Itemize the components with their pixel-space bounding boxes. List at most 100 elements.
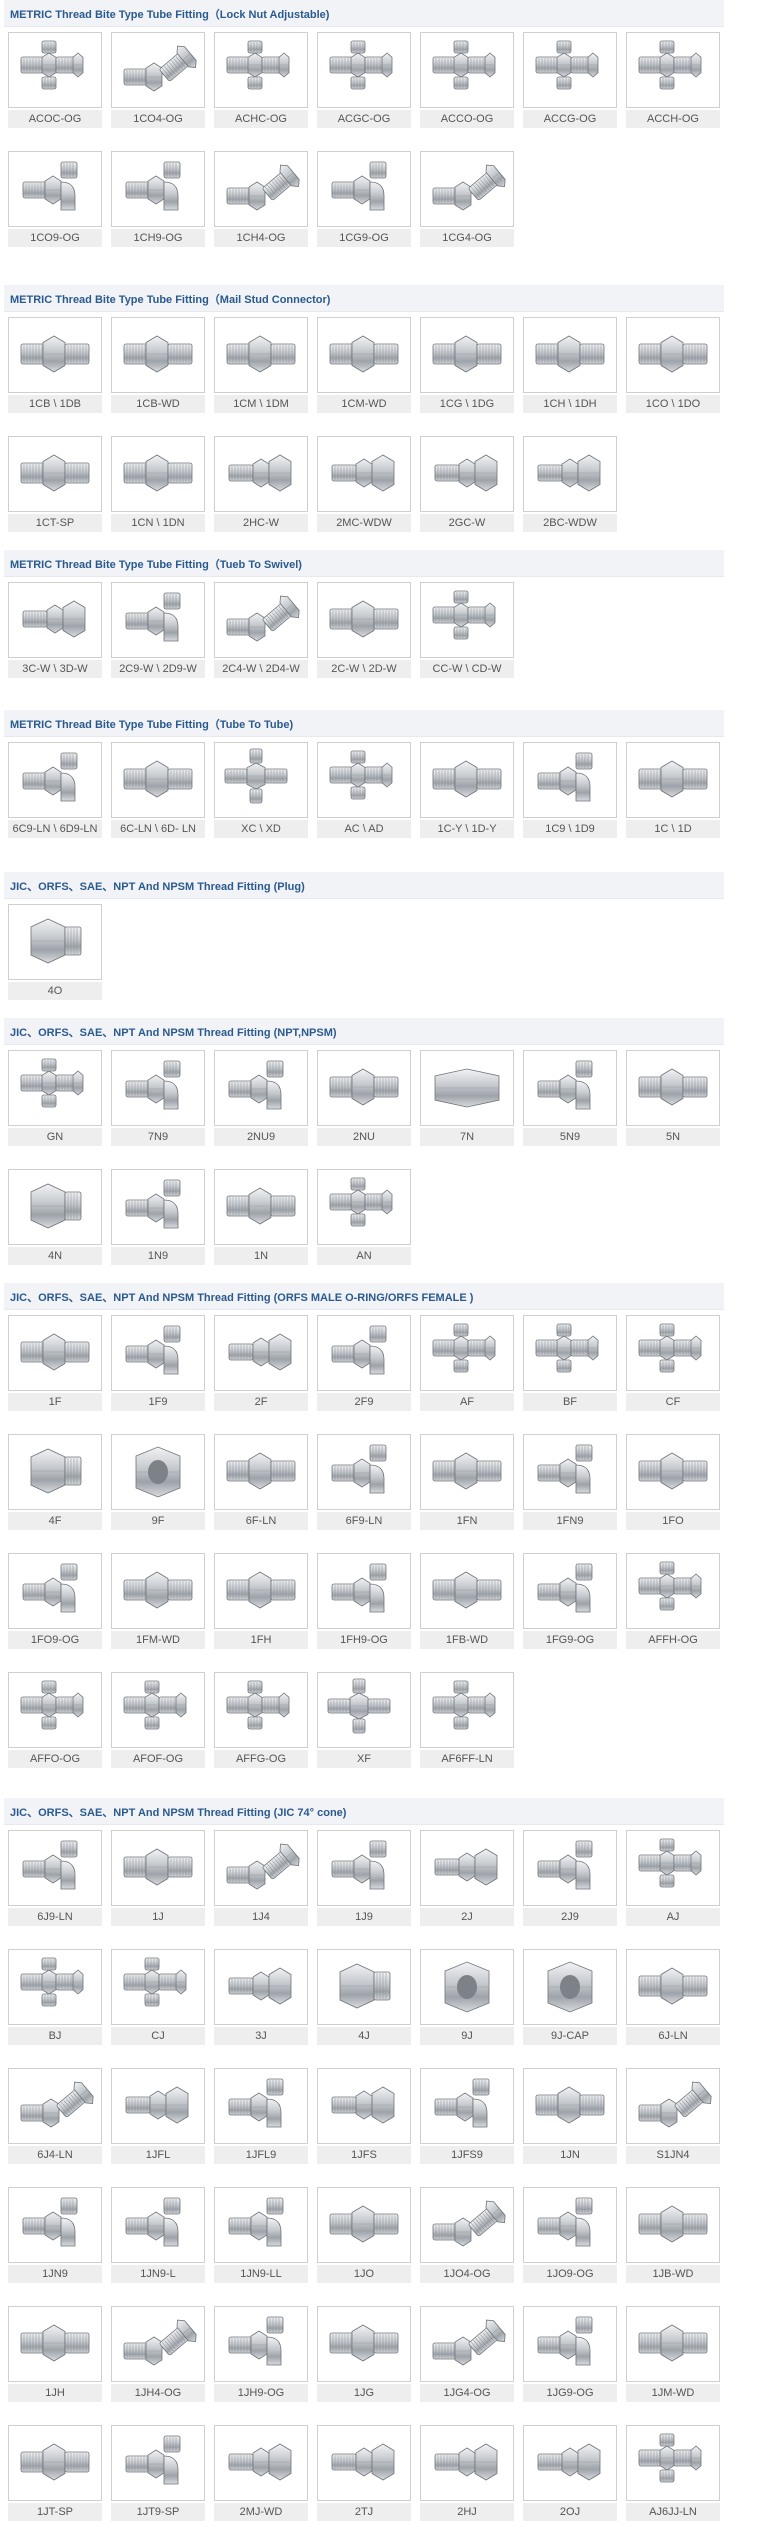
product-code[interactable]: 5N9 bbox=[523, 1128, 617, 1146]
straight-connector-icon[interactable] bbox=[111, 436, 205, 512]
product-card[interactable]: 1J9 bbox=[317, 1830, 411, 1935]
hex-coupling-icon[interactable] bbox=[420, 1050, 514, 1126]
product-code[interactable]: 2MC-WDW bbox=[317, 514, 411, 532]
product-card[interactable]: 6J9-LN bbox=[8, 1830, 102, 1935]
product-card[interactable]: 1CG \ 1DG bbox=[420, 317, 514, 422]
product-card[interactable]: 1FN9 bbox=[523, 1434, 617, 1539]
elbow-45-fitting-icon[interactable] bbox=[8, 2068, 102, 2144]
product-code[interactable]: 2OJ bbox=[523, 2503, 617, 2521]
product-code[interactable]: 1F bbox=[8, 1393, 102, 1411]
product-code[interactable]: 1CO4-OG bbox=[111, 110, 205, 128]
product-code[interactable]: 1JFL9 bbox=[214, 2146, 308, 2164]
product-code[interactable]: 2NU9 bbox=[214, 1128, 308, 1146]
straight-connector-icon[interactable] bbox=[111, 1830, 205, 1906]
product-card[interactable]: ACCH-OG bbox=[626, 32, 720, 137]
product-card[interactable]: 1CM \ 1DM bbox=[214, 317, 308, 422]
product-code[interactable]: 1JH9-OG bbox=[214, 2384, 308, 2402]
product-code[interactable]: 1JT-SP bbox=[8, 2503, 102, 2521]
product-card[interactable]: 2MJ-WD bbox=[214, 2425, 308, 2530]
tee-fitting-icon[interactable] bbox=[8, 32, 102, 108]
product-card[interactable]: 1C-Y \ 1D-Y bbox=[420, 742, 514, 847]
tee-fitting-icon[interactable] bbox=[420, 1672, 514, 1748]
straight-connector-icon[interactable] bbox=[317, 1050, 411, 1126]
product-code[interactable]: CC-W \ CD-W bbox=[420, 660, 514, 678]
product-card[interactable]: 6C9-LN \ 6D9-LN bbox=[8, 742, 102, 847]
elbow-fitting-icon[interactable] bbox=[317, 151, 411, 227]
product-card[interactable]: 1CN \ 1DN bbox=[111, 436, 205, 541]
product-code[interactable]: 5N bbox=[626, 1128, 720, 1146]
straight-connector-icon[interactable] bbox=[214, 1553, 308, 1629]
tee-fitting-icon[interactable] bbox=[8, 1949, 102, 2025]
product-code[interactable]: XC \ XD bbox=[214, 820, 308, 838]
product-code[interactable]: AJ bbox=[626, 1908, 720, 1926]
elbow-fitting-icon[interactable] bbox=[214, 2187, 308, 2263]
product-code[interactable]: 1CB \ 1DB bbox=[8, 395, 102, 413]
product-code[interactable]: AFFO-OG bbox=[8, 1750, 102, 1768]
product-code[interactable]: 1CM \ 1DM bbox=[214, 395, 308, 413]
product-card[interactable]: 6C-LN \ 6D- LN bbox=[111, 742, 205, 847]
product-card[interactable]: BF bbox=[523, 1315, 617, 1420]
elbow-fitting-icon[interactable] bbox=[523, 1830, 617, 1906]
elbow-fitting-icon[interactable] bbox=[523, 1434, 617, 1510]
elbow-45-fitting-icon[interactable] bbox=[420, 2306, 514, 2382]
product-code[interactable]: 2GC-W bbox=[420, 514, 514, 532]
product-code[interactable]: AF bbox=[420, 1393, 514, 1411]
elbow-fitting-icon[interactable] bbox=[111, 1315, 205, 1391]
straight-connector-icon[interactable] bbox=[214, 1434, 308, 1510]
elbow-fitting-icon[interactable] bbox=[523, 742, 617, 818]
product-card[interactable]: 2C-W \ 2D-W bbox=[317, 582, 411, 687]
product-card[interactable]: 2C4-W \ 2D4-W bbox=[214, 582, 308, 687]
elbow-fitting-icon[interactable] bbox=[420, 2068, 514, 2144]
swivel-nut-icon[interactable] bbox=[111, 2068, 205, 2144]
elbow-fitting-icon[interactable] bbox=[317, 1553, 411, 1629]
product-code[interactable]: 1JN bbox=[523, 2146, 617, 2164]
straight-connector-icon[interactable] bbox=[420, 742, 514, 818]
product-card[interactable]: 2TJ bbox=[317, 2425, 411, 2530]
product-card[interactable]: AFFO-OG bbox=[8, 1672, 102, 1777]
product-code[interactable]: BJ bbox=[8, 2027, 102, 2045]
tee-fitting-icon[interactable] bbox=[626, 32, 720, 108]
product-code[interactable]: 1F9 bbox=[111, 1393, 205, 1411]
product-code[interactable]: 1FM-WD bbox=[111, 1631, 205, 1649]
product-card[interactable]: 1JN9-LL bbox=[214, 2187, 308, 2292]
tee-fitting-icon[interactable] bbox=[420, 1315, 514, 1391]
elbow-45-fitting-icon[interactable] bbox=[111, 2306, 205, 2382]
product-code[interactable]: 1C \ 1D bbox=[626, 820, 720, 838]
hex-cap-icon[interactable] bbox=[111, 1434, 205, 1510]
product-card[interactable]: 6F9-LN bbox=[317, 1434, 411, 1539]
straight-connector-icon[interactable] bbox=[214, 317, 308, 393]
product-code[interactable]: 2HJ bbox=[420, 2503, 514, 2521]
straight-connector-icon[interactable] bbox=[420, 317, 514, 393]
product-code[interactable]: 1JG bbox=[317, 2384, 411, 2402]
product-card[interactable]: ACHC-OG bbox=[214, 32, 308, 137]
product-code[interactable]: AC \ AD bbox=[317, 820, 411, 838]
product-card[interactable]: 1JO9-OG bbox=[523, 2187, 617, 2292]
product-code[interactable]: 2J bbox=[420, 1908, 514, 1926]
product-code[interactable]: 4N bbox=[8, 1247, 102, 1265]
product-code[interactable]: 1FO9-OG bbox=[8, 1631, 102, 1649]
product-card[interactable]: 1JO bbox=[317, 2187, 411, 2292]
product-card[interactable]: 1JN bbox=[523, 2068, 617, 2173]
product-card[interactable]: CJ bbox=[111, 1949, 205, 2054]
product-card[interactable]: 1F9 bbox=[111, 1315, 205, 1420]
straight-connector-icon[interactable] bbox=[111, 317, 205, 393]
elbow-45-fitting-icon[interactable] bbox=[214, 1830, 308, 1906]
product-card[interactable]: 7N bbox=[420, 1050, 514, 1155]
product-card[interactable]: AF6FF-LN bbox=[420, 1672, 514, 1777]
product-card[interactable]: 1N9 bbox=[111, 1169, 205, 1274]
tee-fitting-icon[interactable] bbox=[111, 1949, 205, 2025]
product-card[interactable]: 5N9 bbox=[523, 1050, 617, 1155]
product-code[interactable]: 9F bbox=[111, 1512, 205, 1530]
product-card[interactable]: BJ bbox=[8, 1949, 102, 2054]
product-code[interactable]: ACGC-OG bbox=[317, 110, 411, 128]
elbow-45-fitting-icon[interactable] bbox=[214, 151, 308, 227]
tee-fitting-icon[interactable] bbox=[317, 32, 411, 108]
product-card[interactable]: 1CO9-OG bbox=[8, 151, 102, 256]
product-card[interactable]: GN bbox=[8, 1050, 102, 1155]
product-card[interactable]: 1JFL9 bbox=[214, 2068, 308, 2173]
swivel-nut-icon[interactable] bbox=[214, 436, 308, 512]
product-code[interactable]: BF bbox=[523, 1393, 617, 1411]
product-card[interactable]: 2BC-WDW bbox=[523, 436, 617, 541]
tee-fitting-icon[interactable] bbox=[317, 742, 411, 818]
product-code[interactable]: 2HC-W bbox=[214, 514, 308, 532]
